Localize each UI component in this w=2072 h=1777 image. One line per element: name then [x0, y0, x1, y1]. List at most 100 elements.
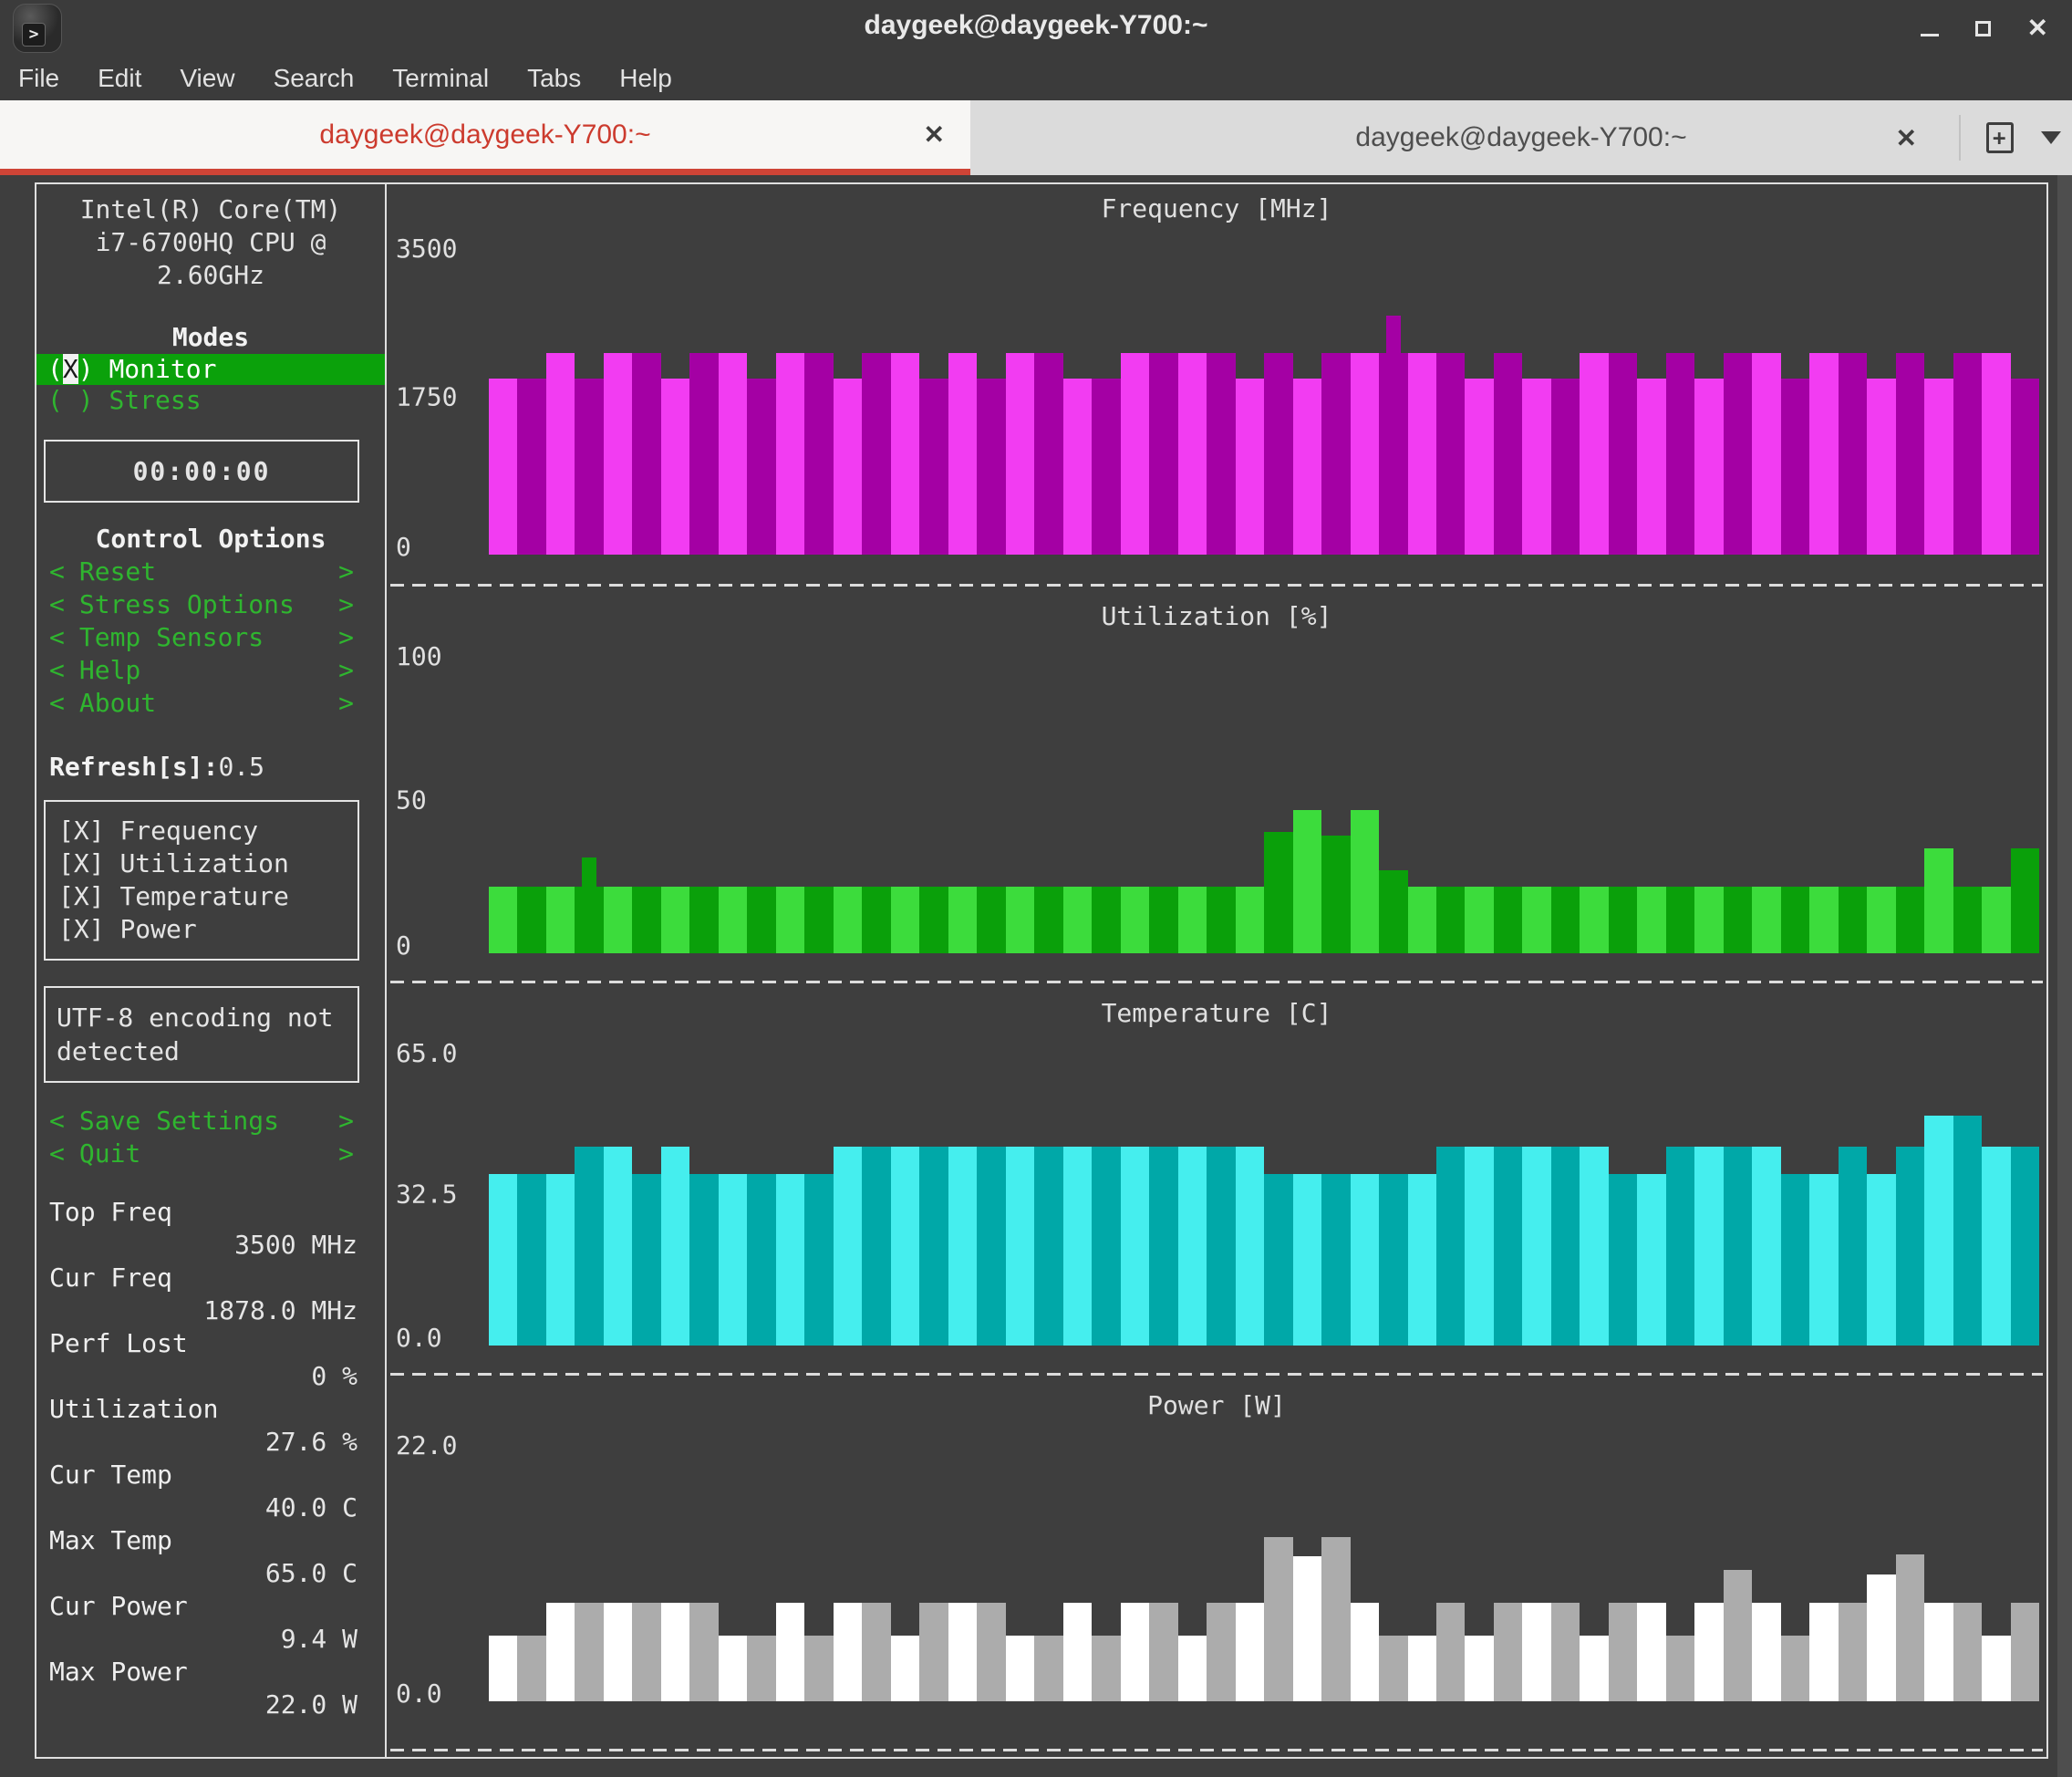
toggle-temperature[interactable]: [X] Temperature	[58, 880, 357, 913]
chart-bar	[1493, 1602, 1523, 1701]
chart-bar	[1608, 886, 1638, 953]
chart-bar	[575, 1147, 604, 1346]
toggle-frequency[interactable]: [X] Frequency	[58, 815, 357, 847]
chart-frequency: Frequency [MHz] 3500 1750 0	[387, 184, 2046, 562]
chart-bar	[977, 1602, 1006, 1701]
stat-label: Cur Temp	[49, 1460, 172, 1490]
chart-bar	[1207, 352, 1236, 555]
menu-view[interactable]: View	[180, 64, 234, 93]
chart-bar	[948, 886, 978, 953]
reset-button[interactable]: < Reset >	[36, 556, 385, 588]
y-tick: 0	[396, 532, 411, 562]
chart-bar	[545, 1602, 575, 1701]
menu-search[interactable]: Search	[274, 64, 355, 93]
tab-close-icon[interactable]: ✕	[924, 120, 945, 150]
toggle-utilization[interactable]: [X] Utilization	[58, 847, 357, 880]
chart-bar	[1924, 1602, 1953, 1701]
chart-bar	[517, 1635, 546, 1701]
menu-terminal[interactable]: Terminal	[392, 64, 489, 93]
maximize-icon[interactable]	[1974, 20, 1991, 36]
chart-bar	[1637, 1173, 1666, 1346]
chart-bar	[660, 886, 690, 953]
chart-bar	[1867, 1574, 1896, 1701]
chart-bar	[804, 1173, 834, 1346]
menu-help[interactable]: Help	[619, 64, 672, 93]
temperature-bars	[489, 1031, 2040, 1346]
toggle-power[interactable]: [X] Power	[58, 913, 357, 946]
chart-bar	[1005, 352, 1035, 555]
chart-bar	[833, 886, 863, 953]
chart-power: Power [W] 22.0 0.0	[387, 1376, 2046, 1709]
chart-bar	[660, 1602, 690, 1701]
chart-bar	[575, 378, 604, 555]
chart-bar	[1867, 1173, 1896, 1346]
chart-bar	[2010, 847, 2040, 953]
tab-list-dropdown-icon[interactable]	[2041, 131, 2061, 144]
refresh-value[interactable]: 0.5	[218, 752, 264, 782]
chart-bar	[545, 352, 575, 555]
help-button[interactable]: < Help >	[36, 654, 385, 687]
chart-bar	[1982, 886, 2011, 953]
utf8-notice: UTF-8 encoding not detected	[44, 986, 359, 1083]
chart-bar	[775, 1173, 805, 1346]
tabbar-controls: +	[1959, 115, 2061, 161]
quit-button[interactable]: < Quit >	[36, 1138, 385, 1170]
chart-bar	[1953, 886, 1983, 953]
chart-bar	[1062, 378, 1093, 555]
chart-bar	[890, 1147, 920, 1346]
close-icon[interactable]: ✕	[2027, 16, 2048, 41]
chart-bar	[1005, 1635, 1035, 1701]
chart-bar	[2010, 1147, 2040, 1346]
chart-bar	[1062, 1147, 1093, 1346]
temp-sensors-button[interactable]: < Temp Sensors >	[36, 621, 385, 654]
chart-bar-spike	[582, 857, 597, 953]
chart-bar	[2010, 1602, 2040, 1701]
chart-bar	[1034, 886, 1063, 953]
stat-value: 3500 MHz	[234, 1230, 357, 1260]
tab-close-icon[interactable]: ✕	[1896, 123, 1917, 153]
chart-bar	[1149, 352, 1178, 555]
save-settings-button[interactable]: < Save Settings >	[36, 1105, 385, 1138]
mode-monitor-radio[interactable]: (X) Monitor	[36, 354, 385, 385]
y-tick: 0.0	[396, 1323, 442, 1353]
menu-bar: File Edit View Search Terminal Tabs Help	[0, 57, 2072, 100]
chart-bar	[1780, 886, 1810, 953]
tab-inactive[interactable]: daygeek@daygeek-Y700:~ ✕ +	[970, 100, 2072, 175]
chart-bar	[1379, 1635, 1408, 1701]
chart-bar	[1895, 352, 1925, 555]
chart-bar	[718, 1173, 748, 1346]
menu-file[interactable]: File	[18, 64, 59, 93]
chart-bar	[1580, 886, 1609, 953]
chart-bar	[1694, 1602, 1724, 1701]
mode-stress-radio[interactable]: ( ) Stress	[36, 385, 385, 416]
chart-bar	[833, 378, 863, 555]
chart-bar	[1005, 886, 1035, 953]
tab-active[interactable]: daygeek@daygeek-Y700:~ ✕	[0, 100, 970, 175]
titlebar: > daygeek@daygeek-Y700:~ ✕	[0, 0, 2072, 57]
chart-bar	[1580, 1635, 1609, 1701]
terminal-viewport: Intel(R) Core(TM) i7-6700HQ CPU @ 2.60GH…	[0, 175, 2072, 1777]
new-tab-icon[interactable]: +	[1986, 122, 2014, 153]
chart-bar	[1895, 886, 1925, 953]
chart-bar	[775, 1602, 805, 1701]
menu-edit[interactable]: Edit	[98, 64, 141, 93]
chart-bar	[1264, 832, 1293, 953]
y-axis: 22.0 0.0	[387, 1423, 489, 1709]
chart-bar	[1235, 1602, 1265, 1701]
chart-bar	[1321, 352, 1351, 555]
chart-bar	[1608, 1173, 1638, 1346]
chart-bar	[1407, 1635, 1436, 1701]
chart-bar	[1292, 1555, 1322, 1701]
menu-tabs[interactable]: Tabs	[527, 64, 581, 93]
scrollbar[interactable]	[2057, 175, 2072, 1777]
chart-bar	[718, 1635, 748, 1701]
chart-bar	[1379, 1173, 1408, 1346]
minimize-icon[interactable]	[1920, 33, 1939, 36]
y-tick: 0	[396, 930, 411, 961]
stress-options-button[interactable]: < Stress Options >	[36, 588, 385, 621]
chart-bar	[1723, 352, 1753, 555]
about-button[interactable]: < About >	[36, 687, 385, 720]
chart-bar	[1120, 352, 1150, 555]
chart-separator	[390, 1749, 2043, 1751]
chart-bar	[1092, 1147, 1121, 1346]
